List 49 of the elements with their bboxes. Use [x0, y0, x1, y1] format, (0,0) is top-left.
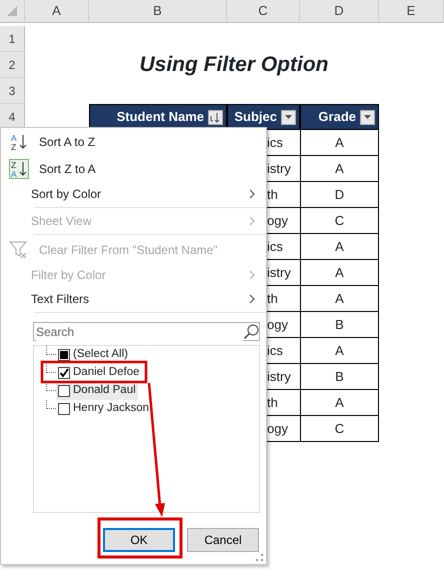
resize-grip-icon [256, 554, 264, 562]
table-cell: A [300, 286, 379, 312]
row-number: 1 [0, 26, 25, 52]
checkbox[interactable] [58, 403, 70, 415]
chevron-right-icon [249, 216, 256, 226]
sort-descending-icon: Z A [9, 158, 29, 178]
title: Using Filter Option [138, 52, 330, 78]
column-header[interactable]: A [25, 0, 89, 23]
list-item[interactable]: Daniel Defoe [56, 364, 142, 382]
table-cell: C [300, 208, 379, 234]
row-number: 3 [0, 78, 25, 104]
column-header[interactable]: D [300, 0, 379, 23]
table-cell: A [300, 156, 379, 182]
table-cell: A [300, 338, 379, 364]
ok-button[interactable]: OK [103, 528, 175, 552]
checkbox[interactable] [58, 349, 70, 361]
dropdown-triangle-icon [284, 114, 293, 120]
table-cell: A [300, 130, 379, 156]
chevron-right-icon [249, 270, 256, 280]
search-icon [243, 324, 259, 340]
column-header[interactable]: B [89, 0, 227, 23]
table-cell: B [300, 312, 379, 338]
search-field[interactable]: Search [33, 322, 260, 341]
filter-dropdown-button[interactable] [360, 110, 375, 124]
checkbox[interactable] [58, 385, 70, 397]
column-heading: Subjec [234, 108, 277, 126]
column-heading: Student Name [116, 108, 204, 126]
cancel-button[interactable]: Cancel [187, 528, 259, 552]
list-item[interactable]: (Select All) [56, 346, 130, 364]
row-number: 2 [0, 52, 25, 78]
list-item[interactable]: Henry Jackson [56, 400, 152, 418]
filter-dropdown-button[interactable] [281, 110, 296, 124]
clear-filter-icon [9, 240, 29, 260]
chevron-right-icon [249, 294, 256, 304]
column-header[interactable]: C [227, 0, 300, 23]
chevron-right-icon [249, 189, 256, 199]
table-cell: A [300, 234, 379, 260]
table-cell: B [300, 364, 379, 390]
select-all-corner-icon [7, 6, 17, 16]
column-heading: Grade [318, 108, 356, 126]
table-cell: A [300, 260, 379, 286]
checkbox[interactable] [58, 367, 70, 379]
table-cell: D [300, 182, 379, 208]
sort-filter-button[interactable] [208, 110, 223, 124]
column-header[interactable]: E [379, 0, 444, 23]
sort-arrow-icon [210, 112, 221, 122]
table-cell: C [300, 416, 379, 442]
dropdown-triangle-icon [363, 114, 372, 120]
table-cell: A [300, 390, 379, 416]
